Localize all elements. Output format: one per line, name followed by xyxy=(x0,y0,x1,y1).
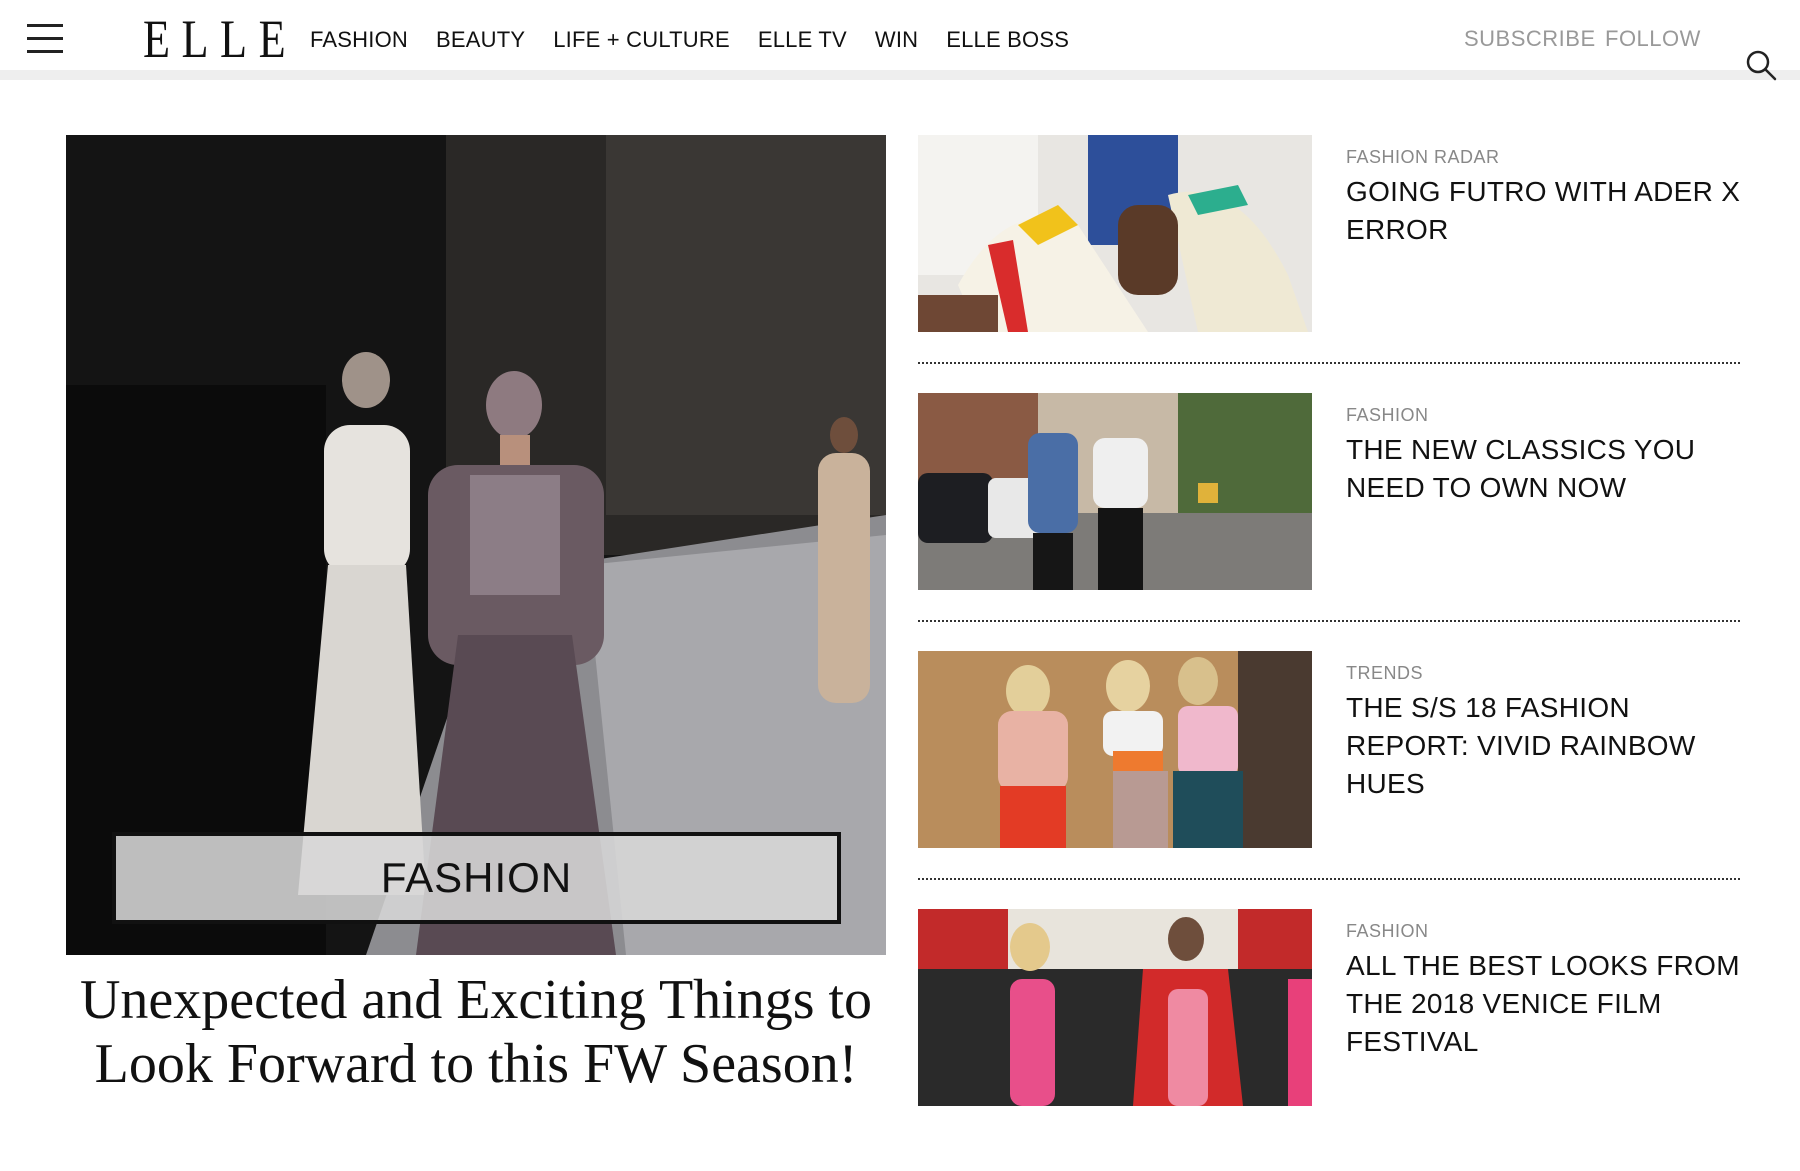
nav-item-beauty[interactable]: BEAUTY xyxy=(436,27,525,53)
story-category[interactable]: FASHION RADAR xyxy=(1346,147,1500,168)
divider xyxy=(918,620,1740,622)
story-headline[interactable]: THE NEW CLASSICS YOU NEED TO OWN NOW xyxy=(1346,431,1746,507)
nav-item-elle-boss[interactable]: ELLE BOSS xyxy=(946,27,1069,53)
nav-item-elle-tv[interactable]: ELLE TV xyxy=(758,27,847,53)
elle-logo[interactable]: ELLE xyxy=(143,8,297,70)
hero-category-label[interactable]: FASHION xyxy=(112,832,841,924)
main-nav: FASHION BEAUTY LIFE + CULTURE ELLE TV WI… xyxy=(310,27,1097,53)
hero-headline[interactable]: Unexpected and Exciting Things to Look F… xyxy=(66,968,886,1096)
story-category[interactable]: FASHION xyxy=(1346,921,1429,942)
nav-item-fashion[interactable]: FASHION xyxy=(310,27,408,53)
story-thumbnail[interactable] xyxy=(918,393,1312,590)
story-card[interactable]: FASHION ALL THE BEST LOOKS FROM THE 2018… xyxy=(918,909,1740,1167)
nav-item-win[interactable]: WIN xyxy=(875,27,918,53)
story-headline[interactable]: ALL THE BEST LOOKS FROM THE 2018 VENICE … xyxy=(1346,947,1746,1061)
story-card[interactable]: TRENDS THE S/S 18 FASHION REPORT: VIVID … xyxy=(918,651,1740,909)
story-card[interactable]: FASHION RADAR GOING FUTRO WITH ADER X ER… xyxy=(918,135,1740,393)
story-thumbnail[interactable] xyxy=(918,135,1312,332)
story-headline[interactable]: GOING FUTRO WITH ADER X ERROR xyxy=(1346,173,1746,249)
follow-link[interactable]: FOLLOW xyxy=(1605,26,1701,52)
story-category[interactable]: FASHION xyxy=(1346,405,1429,426)
divider xyxy=(918,362,1740,364)
story-card[interactable]: FASHION THE NEW CLASSICS YOU NEED TO OWN… xyxy=(918,393,1740,651)
header-utility: SUBSCRIBE FOLLOW xyxy=(1400,26,1800,81)
hamburger-menu-icon[interactable] xyxy=(27,22,63,56)
divider xyxy=(918,878,1740,880)
subscribe-link[interactable]: SUBSCRIBE xyxy=(1464,26,1596,52)
story-category[interactable]: TRENDS xyxy=(1346,663,1423,684)
story-headline[interactable]: THE S/S 18 FASHION REPORT: VIVID RAINBOW… xyxy=(1346,689,1746,803)
story-thumbnail[interactable] xyxy=(918,909,1312,1106)
search-icon[interactable] xyxy=(1744,48,1778,82)
nav-item-life-culture[interactable]: LIFE + CULTURE xyxy=(553,27,730,53)
site-header: ELLE FASHION BEAUTY LIFE + CULTURE ELLE … xyxy=(0,0,1800,81)
story-thumbnail[interactable] xyxy=(918,651,1312,848)
